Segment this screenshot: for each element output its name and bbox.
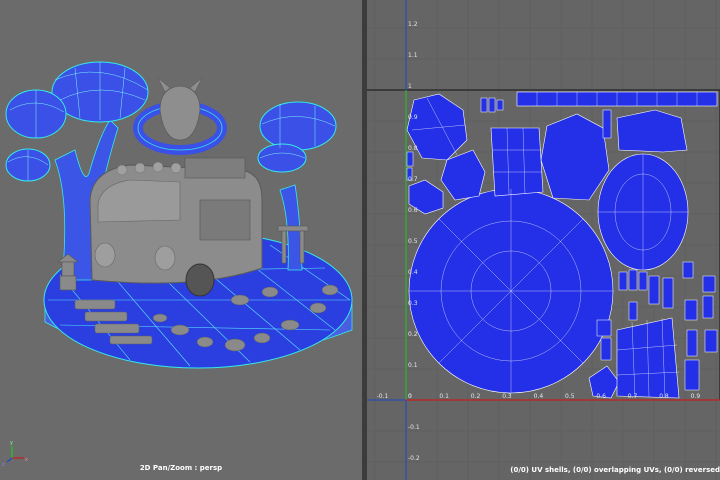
van-body [89,157,263,297]
v-tick-label: 0.1 [408,362,418,369]
axis-y-label: y [10,440,13,446]
viewport-camera-label: 2D Pan/Zoom : persp [139,464,223,472]
v-tick-label: -0.1 [408,424,420,431]
uv-shell-grid-block [490,127,544,197]
ring-ornament [133,77,227,155]
v-tick-label: -0.2 [408,455,420,462]
uv-editor-panel[interactable]: 1.2 1.1 1 0.9 0.8 0.7 0.6 0.5 0.4 0.3 0.2 0.1 0 -0.1 -… [367,0,720,480]
u-tick-label: 0.3 [502,393,512,400]
v-tick-label: 1.2 [408,21,418,28]
uv-grid-canvas[interactable]: 1.2 1.1 1 0.9 0.8 0.7 0.6 0.5 0.4 0.3 0.2 0.1 0 -0.1 -… [367,0,720,480]
v-tick-label: 0.6 [408,207,418,214]
axis-x-label: x [25,457,28,463]
uv-shells [406,91,718,399]
v-tick-label: 0.8 [408,145,418,152]
u-tick-label: 0.7 [628,393,638,400]
uv-status-bar: (0/0) UV shells, (0/0) overlapping UVs, … [510,466,720,474]
v-tick-label: 0.9 [408,114,418,121]
u-tick-label: 0.8 [659,393,669,400]
v-tick-label: 0.7 [408,176,418,183]
u-tick-label: 0.2 [471,393,481,400]
u-tick-label: 0.4 [534,393,544,400]
perspective-viewport[interactable]: x y z 2D Pan/Zoom : persp [0,0,362,480]
viewport-scene[interactable]: x y z [0,0,362,480]
v-tick-label: 0.4 [408,269,418,276]
v-tick-label: 1.1 [408,52,418,59]
v-tick-label: 1 [408,83,412,90]
uv-shell-mid-round [540,113,610,201]
u-tick-label: 0.1 [439,393,449,400]
u-tick-label: 0.5 [565,393,575,400]
v-tick-label: 0.2 [408,331,418,338]
u-tick-label: 0.6 [596,393,606,400]
v-tick-label: 0.3 [408,300,418,307]
v-tick-label: 0.5 [408,238,418,245]
u-tick-label: 0.9 [691,393,701,400]
uv-shell-top-right [616,109,688,153]
u-tick-label: -0.1 [377,393,389,400]
u-tick-label: 0 [408,393,412,400]
